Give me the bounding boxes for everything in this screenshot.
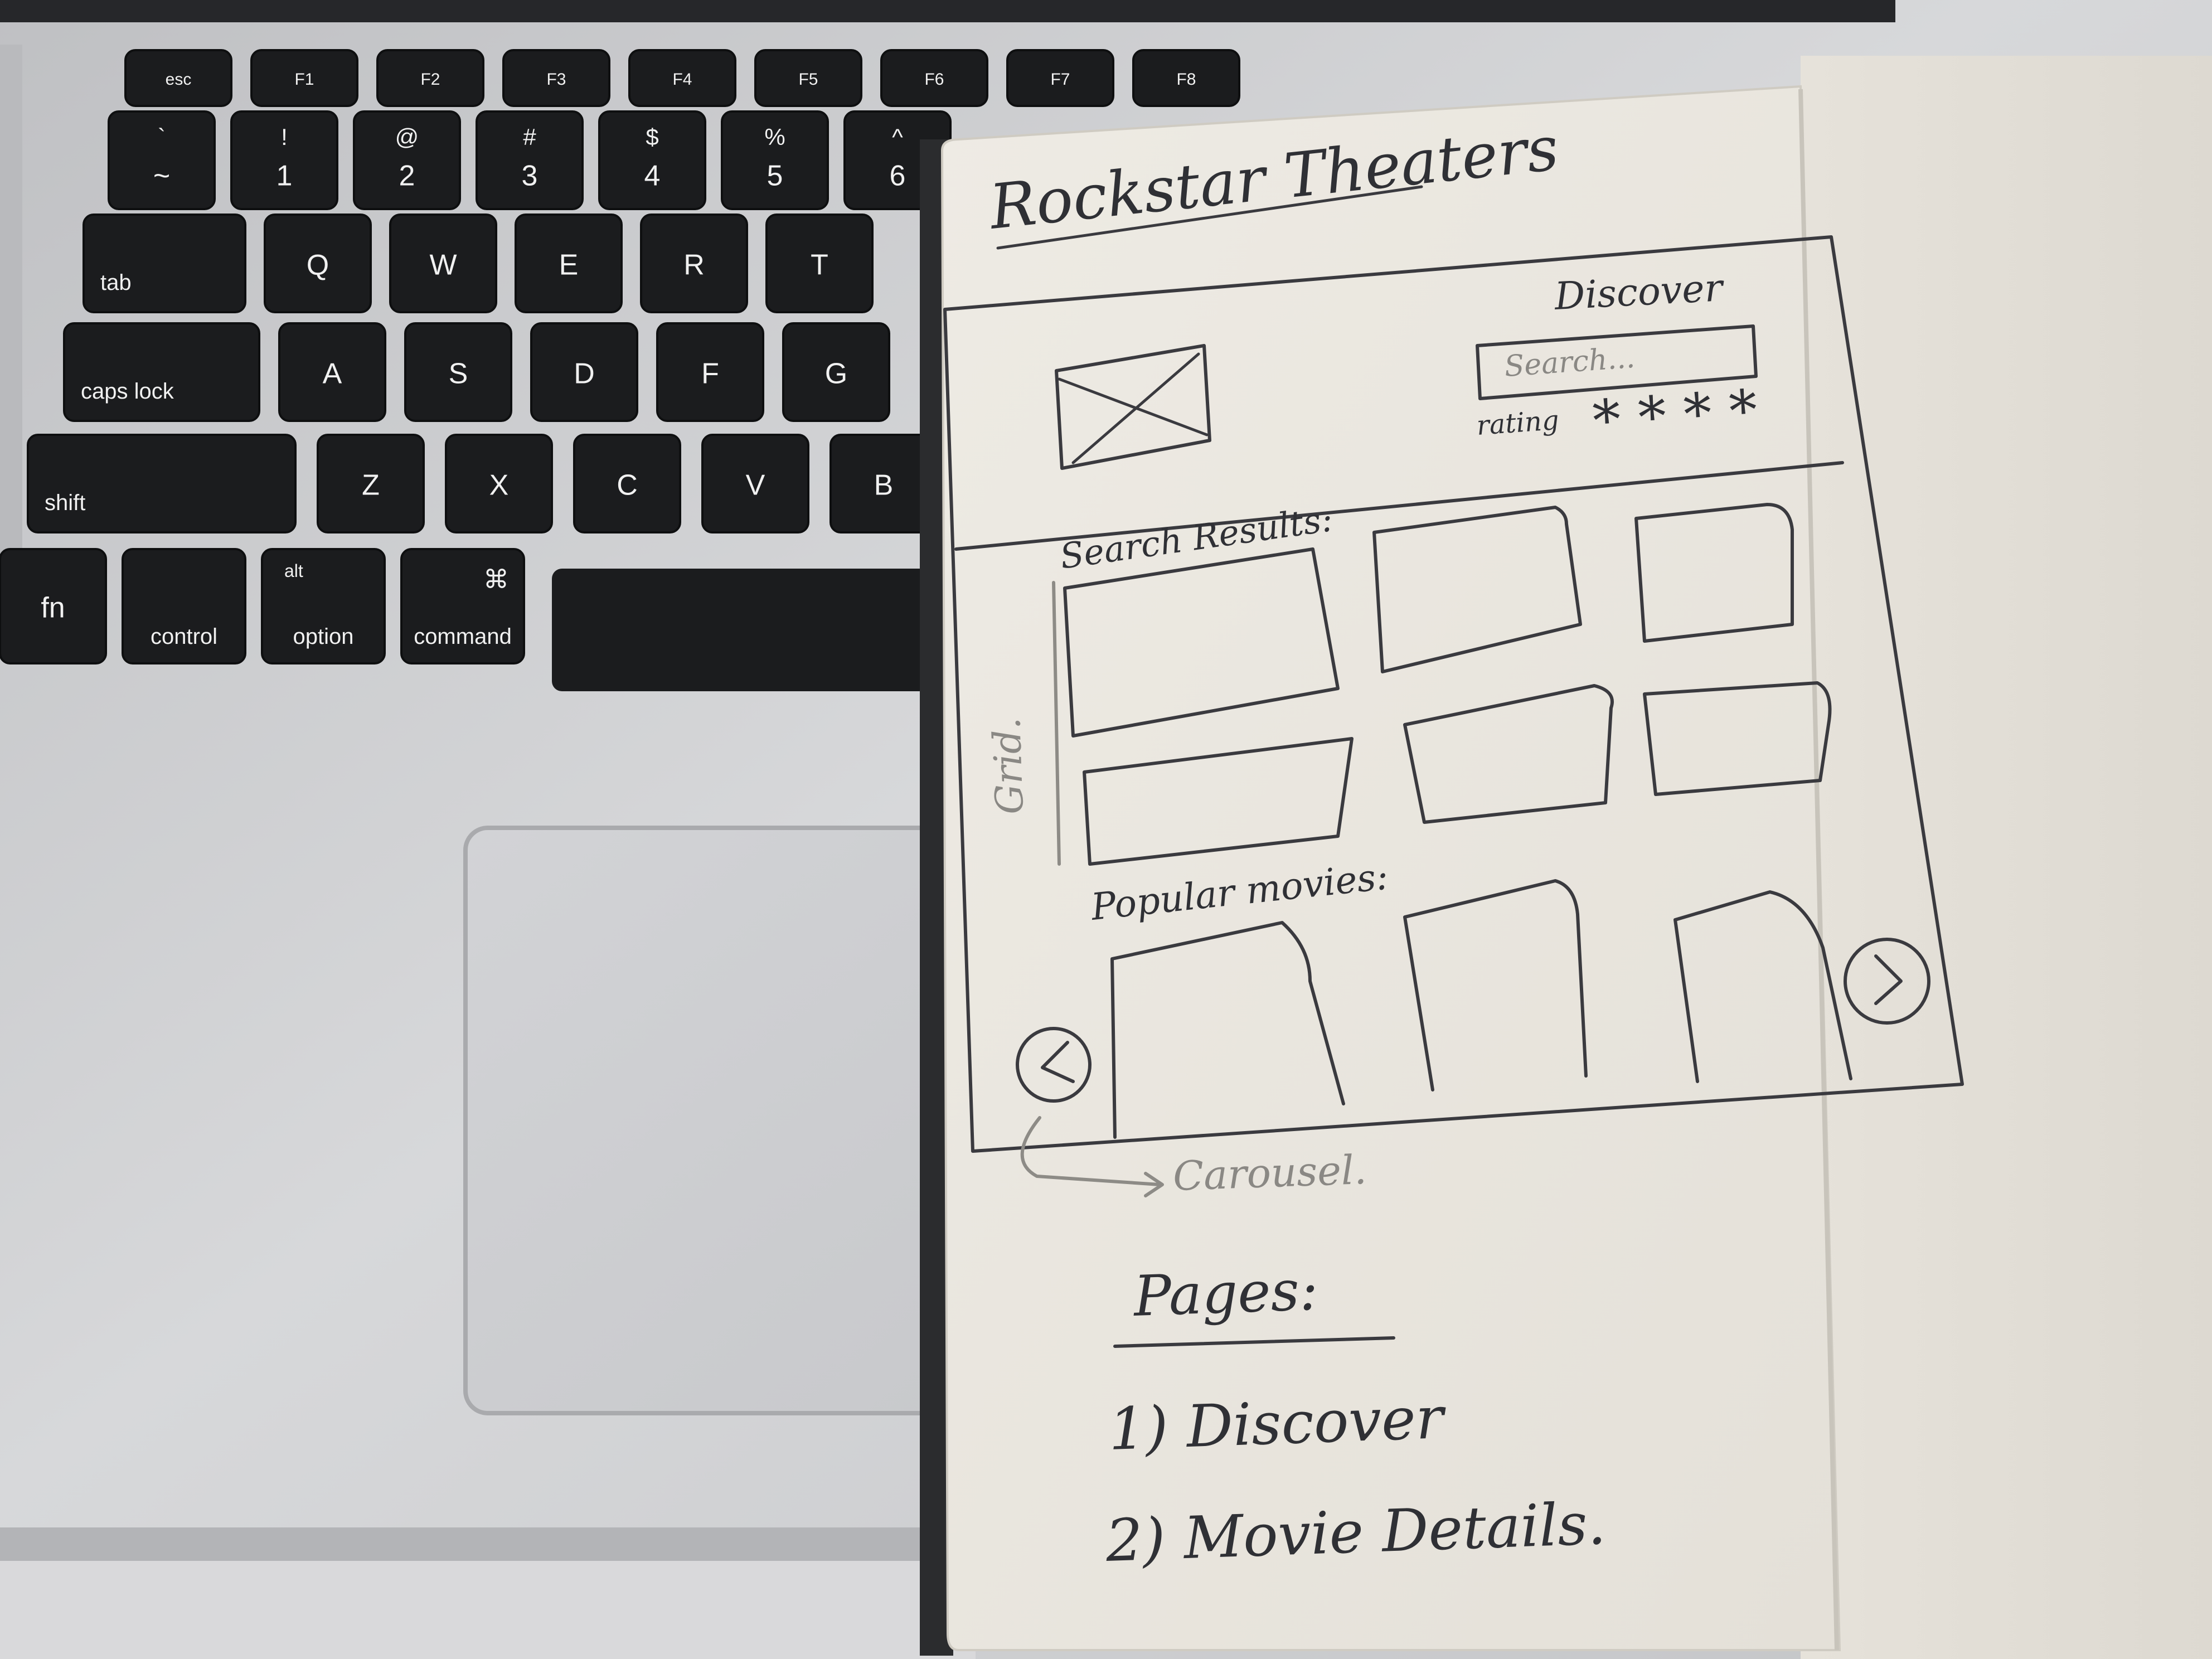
notebook-right-page (1801, 56, 2212, 1659)
key-label: caps lock (81, 379, 174, 404)
key-label: tab (100, 270, 132, 295)
key-label: F7 (1050, 70, 1070, 89)
desk-surface (0, 1561, 976, 1659)
key-label: fn (41, 592, 65, 624)
key-label: B (874, 469, 894, 502)
key-label: S (449, 358, 468, 390)
photo-scene: esc F1 F2 F3 F4 F5 F6 F7 F8 ~ ` 1! 2 @3 #4 $5% 6 ^ tab Q W E R… (0, 0, 2212, 1659)
key-symbol: alt (284, 561, 303, 581)
grid-annotation: Grid. (985, 717, 1032, 815)
key-space[interactable] (552, 569, 942, 691)
key-label: esc (166, 70, 192, 89)
key-label: F (701, 358, 719, 390)
key-symbol: # (523, 124, 536, 150)
key-label: option (293, 624, 354, 649)
key-symbol: ^ (892, 124, 903, 150)
key-label: control (151, 624, 217, 649)
key-label: 1 (276, 160, 293, 192)
laptop-screen-edge (0, 0, 1895, 22)
key-label: F1 (294, 70, 314, 89)
key-label: D (574, 358, 595, 390)
key-label: command (414, 624, 512, 649)
key-label: Q (307, 249, 329, 282)
key-tab[interactable] (83, 214, 246, 313)
key-label: F6 (924, 70, 944, 89)
laptop-front-edge (0, 1527, 976, 1561)
key-label: A (323, 358, 342, 390)
key-label: G (825, 358, 847, 390)
key-label: E (559, 249, 579, 282)
key-label: X (489, 469, 509, 502)
key-label: R (683, 249, 705, 282)
key-label: shift (45, 491, 85, 515)
key-symbol: $ (646, 124, 658, 150)
key-label: T (811, 249, 828, 282)
key-caps-lock[interactable] (63, 322, 260, 422)
key-label: W (429, 249, 457, 282)
key-label: 4 (644, 160, 661, 192)
key-shift[interactable] (27, 434, 297, 533)
key-label: ~ (153, 160, 170, 192)
pages-heading: Pages: (1132, 1258, 1320, 1330)
key-label: C (617, 469, 638, 502)
pages-item: 1) Discover (1108, 1384, 1448, 1463)
carousel-annotation: Carousel. (1172, 1146, 1367, 1200)
key-symbol: @ (395, 124, 419, 150)
speaker-grille-left (0, 45, 22, 602)
key-symbol: ! (281, 124, 288, 150)
key-label: 3 (522, 160, 538, 192)
key-label: V (746, 469, 765, 502)
key-label: F2 (420, 70, 440, 89)
key-symbol: ⌘ (483, 565, 509, 594)
key-label: F5 (798, 70, 818, 89)
key-label: 2 (399, 160, 415, 192)
rating-label: rating (1476, 405, 1560, 442)
key-label: F8 (1176, 70, 1196, 89)
key-label: F3 (546, 70, 566, 89)
key-label: 6 (890, 160, 906, 192)
key-label: F4 (672, 70, 692, 89)
nav-discover[interactable]: Discover (1553, 266, 1726, 319)
key-symbol: ` (158, 124, 166, 150)
key-label: 5 (767, 160, 783, 192)
rating-stars[interactable]: * * * * (1591, 377, 1760, 454)
key-symbol: % (764, 124, 785, 150)
key-label: Z (362, 469, 380, 502)
